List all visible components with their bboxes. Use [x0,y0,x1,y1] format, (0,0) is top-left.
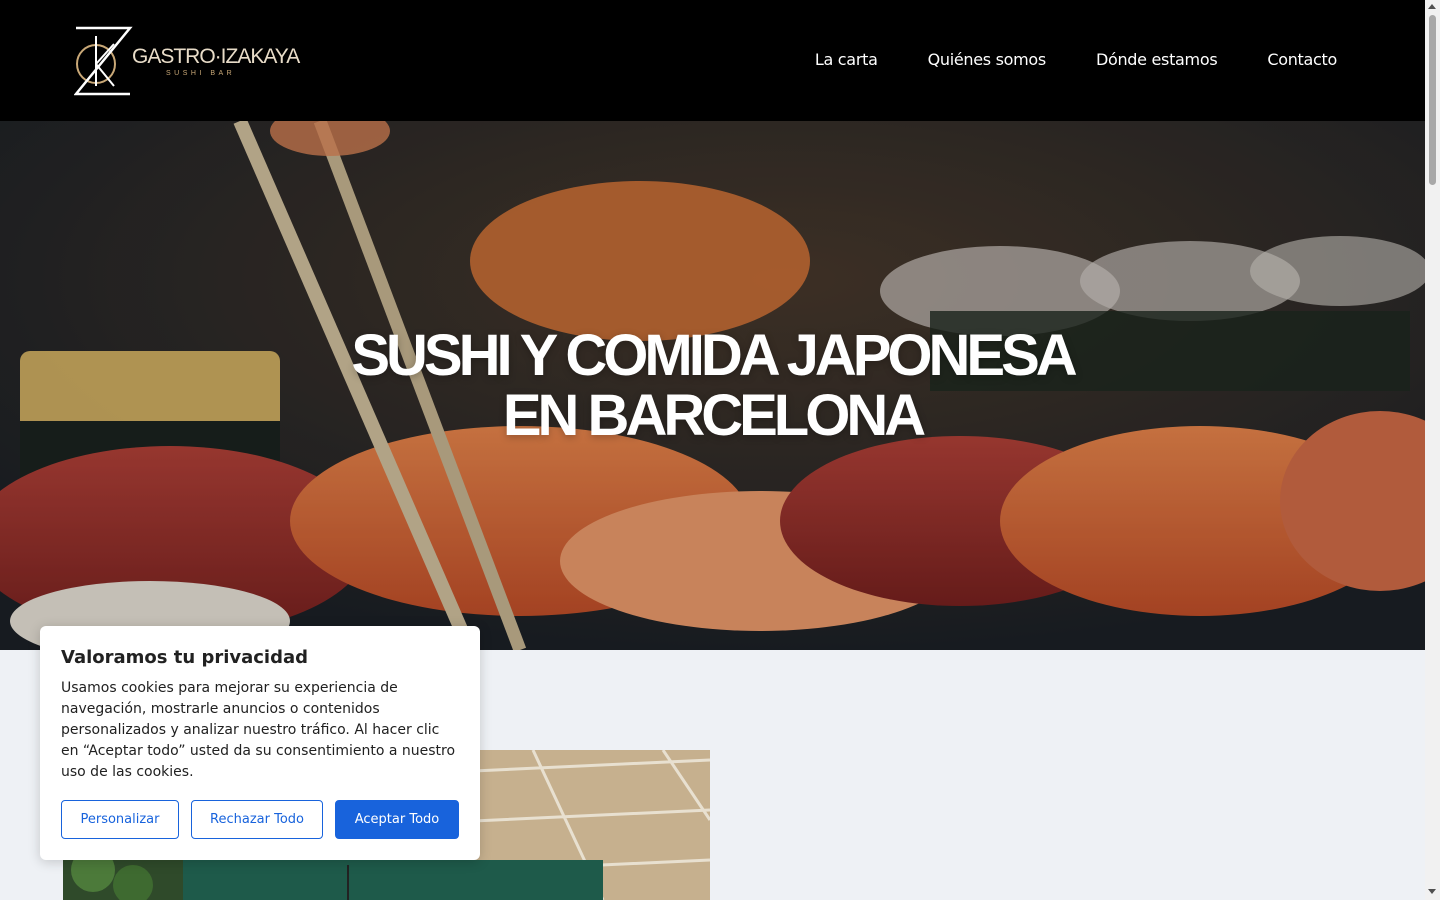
site-header: GASTRO·IZAKAYA SUSHI BAR La carta Quiéne… [0,0,1425,121]
logo-emblem-icon [74,26,133,96]
nav-item-donde-estamos[interactable]: Dónde estamos [1096,50,1218,69]
cookie-body: Usamos cookies para mejorar su experienc… [61,680,456,780]
brand-tagline: SUSHI BAR [166,70,236,77]
hero-title-line-1: SUSHI Y COMIDA JAPONESA [351,323,1077,388]
nav-item-contacto[interactable]: Contacto [1267,50,1337,69]
page-scrollbar[interactable] [1425,0,1440,900]
hero-title: SUSHI Y COMIDA JAPONESA EN BARCELONA [0,326,1425,446]
customize-button[interactable]: Personalizar [61,800,179,839]
reject-all-button[interactable]: Rechazar Todo [191,800,323,839]
cookie-consent-banner: Valoramos tu privacidad Usamos cookies p… [40,626,480,860]
scroll-down-arrow-icon[interactable] [1428,889,1436,894]
main-nav: La carta Quiénes somos Dónde estamos Con… [815,50,1337,69]
nav-item-quienes-somos[interactable]: Quiénes somos [928,50,1047,69]
brand-logo[interactable]: GASTRO·IZAKAYA SUSHI BAR [74,26,300,96]
hero-title-line-2: EN BARCELONA [502,383,926,448]
hero-banner: SUSHI Y COMIDA JAPONESA EN BARCELONA [0,121,1425,650]
cookie-title: Valoramos tu privacidad [61,647,309,668]
brand-name: GASTRO·IZAKAYA [132,45,300,68]
accept-all-button[interactable]: Aceptar Todo [335,800,459,839]
scroll-up-arrow-icon[interactable] [1428,4,1436,9]
nav-item-la-carta[interactable]: La carta [815,50,878,69]
cookie-actions: Personalizar Rechazar Todo Aceptar Todo [61,800,459,839]
scrollbar-thumb[interactable] [1429,15,1436,185]
